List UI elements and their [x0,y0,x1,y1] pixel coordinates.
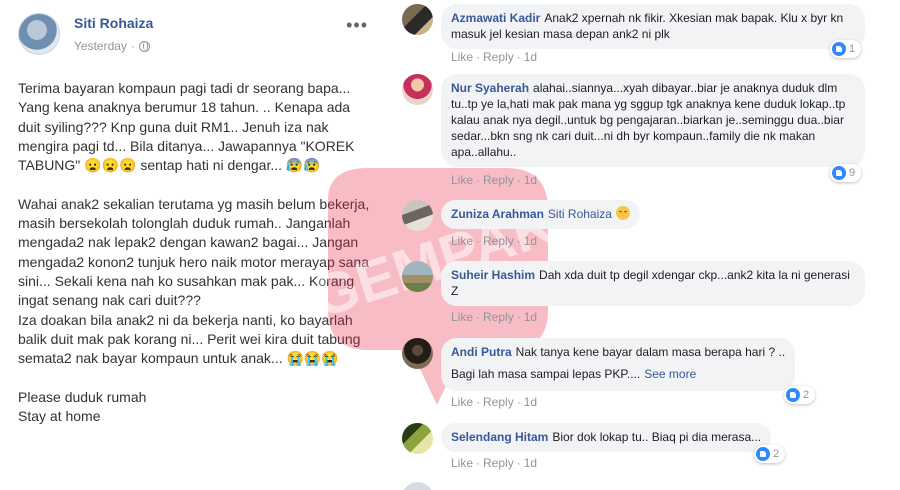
like-link[interactable]: Like [451,456,473,470]
comment-time[interactable]: 1d [524,310,537,324]
comment-bubble: Selendang Hitam Bior dok lokap tu.. Biaq … [441,423,772,452]
comment-actions: Like · Reply · 1d [451,395,538,409]
like-link[interactable]: Like [451,173,473,187]
like-link[interactable]: Like [451,310,473,324]
reply-link[interactable]: Reply [483,310,514,324]
more-options-icon[interactable]: ••• [346,15,368,36]
post-header: Siti Rohaiza Yesterday · ••• [18,13,368,57]
commenter-avatar[interactable] [402,200,433,231]
like-reaction-icon [756,447,770,461]
comment: Azmawati Kadir Anak2 xpernah nk fikir. Xk… [402,4,882,66]
comment-bubble: Suheir Hashim Dah xda duit tp degil xdeng… [441,261,865,306]
commenter-name[interactable]: Andi Putra [451,345,512,359]
like-link[interactable]: Like [451,50,473,64]
post-body: Terima bayaran kompaun pagi tadi dr seor… [18,80,370,425]
commenter-avatar[interactable] [402,4,433,35]
see-more-link[interactable]: See more [644,367,696,381]
reply-link[interactable]: Reply [483,456,514,470]
author-name[interactable]: Siti Rohaiza [74,15,153,31]
comment-actions: Like · Reply · 1d [451,173,538,187]
comment-bubble: Nur Syaherah alahai..siannya...xyah dibay… [441,74,865,167]
post-time[interactable]: Yesterday [74,39,127,53]
comment: Andi Putra Nak tanya kene bayar dalam mas… [402,338,822,412]
comment-text: Nak tanya kene bayar dalam masa berapa h… [515,345,786,359]
post-meta: Yesterday · [74,39,150,53]
comment: Selendang Hitam Bior dok lokap tu.. Biaq … [402,423,822,473]
commenter-avatar[interactable] [402,482,433,490]
comment: Suheir Hashim Dah xda duit tp degil xdeng… [402,261,882,327]
comment: Nur Syaherah alahai..siannya...xyah dibay… [402,74,882,192]
commenter-name[interactable]: Selendang Hitam [451,430,548,444]
comment-bubble: Zuniza Arahman Siti Rohaiza [441,200,640,229]
tagged-user[interactable]: Siti Rohaiza [548,207,612,221]
globe-icon[interactable] [138,40,150,52]
comment-time[interactable]: 1d [524,234,537,248]
commenter-name[interactable]: Zuniza Arahman [451,207,544,221]
disappointed-emoji-icon [615,206,630,220]
commenter-avatar[interactable] [402,423,433,454]
reply-link[interactable]: Reply [483,234,514,248]
comment-actions: Like · Reply · 1d [451,310,538,324]
comment-actions: Like · Reply · 1d [451,50,538,64]
author-avatar[interactable] [18,13,60,55]
reaction-count[interactable]: 2 [754,445,786,463]
like-reaction-icon [832,42,846,56]
comment: Zuniza Arahman Siti Rohaiza Like · Reply · 1d [402,200,702,252]
like-link[interactable]: Like [451,395,473,409]
commenter-avatar[interactable] [402,338,433,369]
commenter-name[interactable]: Suheir Hashim [451,268,535,282]
comment-time[interactable]: 1d [524,456,537,470]
reply-link[interactable]: Reply [483,50,514,64]
comment-time[interactable]: 1d [524,173,537,187]
commenter-name[interactable]: Azmawati Kadir [451,11,540,25]
comment-bubble: Azmawati Kadir Anak2 xpernah nk fikir. Xk… [441,4,865,49]
commenter-avatar[interactable] [402,261,433,292]
post: Siti Rohaiza Yesterday · ••• Terima baya… [0,0,382,490]
like-reaction-icon [786,388,800,402]
commenter-name[interactable]: Nur Syaherah [451,81,529,95]
comment-actions: Like · Reply · 1d [451,456,538,470]
like-link[interactable]: Like [451,234,473,248]
comment-bubble: Andi Putra Nak tanya kene bayar dalam mas… [441,338,796,391]
comment-time[interactable]: 1d [524,395,537,409]
reaction-count[interactable]: 1 [830,40,862,58]
comment-text: Bior dok lokap tu.. Biaq pi dia merasa..… [552,430,762,444]
comment-time[interactable]: 1d [524,50,537,64]
commenter-avatar[interactable] [402,74,433,105]
comment-text-line-2: Bagi lah masa sampai lepas PKP.... See mo… [451,367,697,381]
reply-link[interactable]: Reply [483,395,514,409]
reaction-count[interactable]: 9 [830,164,862,182]
reaction-count[interactable]: 2 [784,386,816,404]
dot-separator: · [130,39,135,53]
comment-actions: Like · Reply · 1d [451,234,538,248]
reply-link[interactable]: Reply [483,173,514,187]
like-reaction-icon [832,166,846,180]
